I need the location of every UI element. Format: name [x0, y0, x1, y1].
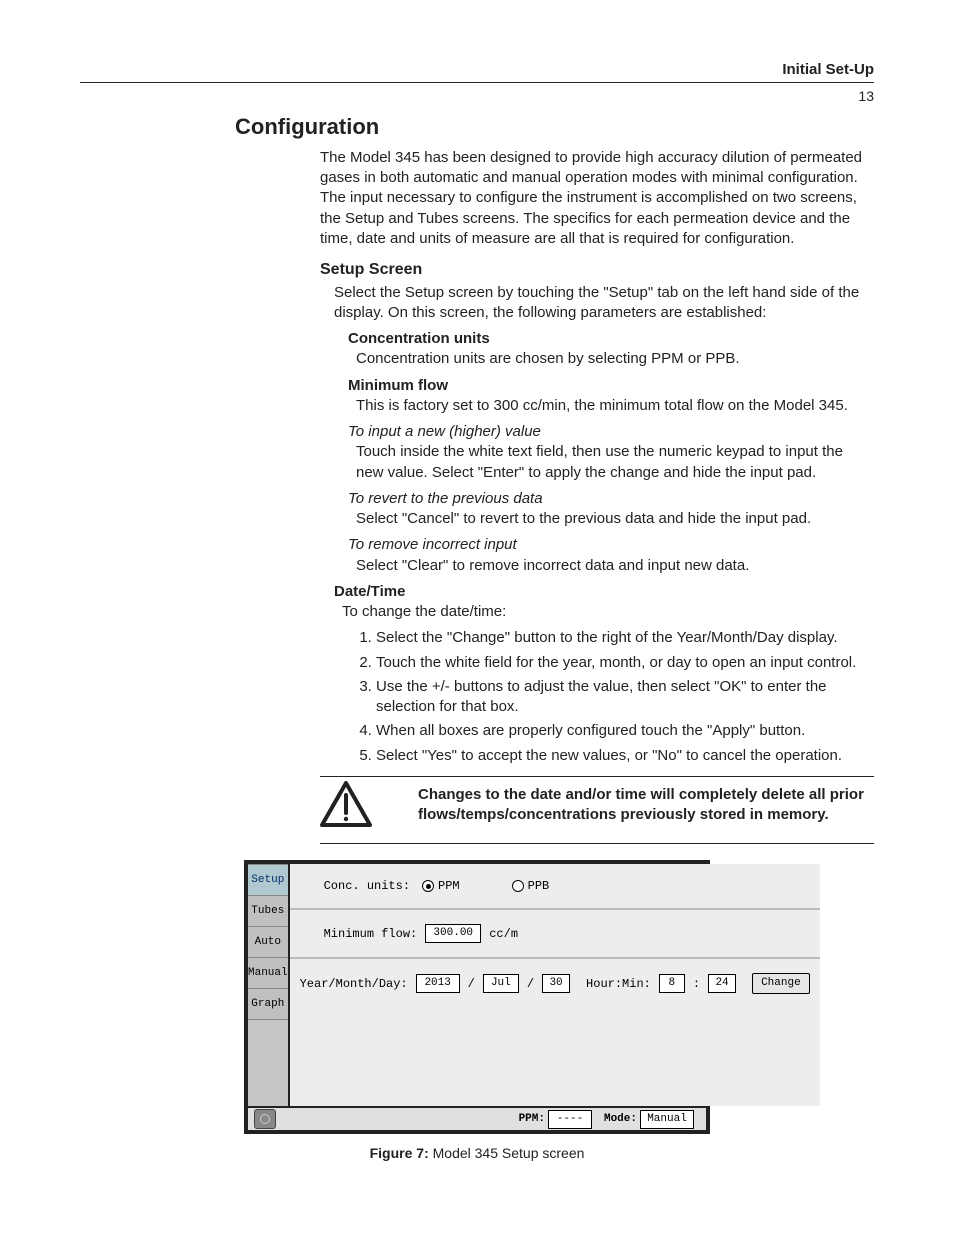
- setup-screen-lead: Select the Setup screen by touching the …: [334, 283, 864, 324]
- tab-graph[interactable]: Graph: [248, 989, 288, 1020]
- radio-ppm-label: PPM: [438, 878, 460, 894]
- warning-rule-bottom: [320, 843, 874, 844]
- tab-auto[interactable]: Auto: [248, 927, 288, 958]
- figure-text: Model 345 Setup screen: [429, 1145, 585, 1161]
- radio-ppm[interactable]: PPM: [422, 878, 460, 894]
- hour-input[interactable]: 8: [659, 974, 685, 993]
- status-ppm-label: PPM:: [519, 1112, 545, 1127]
- section-label: Initial Set-Up: [80, 60, 874, 80]
- warning-text: Changes to the date and/or time will com…: [390, 785, 874, 826]
- status-mode-label: Mode:: [604, 1112, 637, 1127]
- warning-icon: [320, 781, 372, 833]
- day-input[interactable]: 30: [542, 974, 570, 993]
- header-rule: [80, 82, 874, 83]
- conc-units-body: Concentration units are chosen by select…: [356, 349, 864, 369]
- figure-label: Figure 7:: [370, 1145, 429, 1161]
- min-flow-unit: cc/m: [489, 926, 518, 942]
- min-flow-title: Minimum flow: [348, 376, 864, 396]
- warning-rule-top: [320, 776, 874, 777]
- tab-manual[interactable]: Manual: [248, 958, 288, 989]
- status-mode-value: Manual: [640, 1110, 694, 1129]
- year-input[interactable]: 2013: [416, 974, 460, 993]
- step-3: Use the +/- buttons to adjust the value,…: [376, 677, 864, 718]
- page-number: 13: [80, 87, 874, 106]
- row-conc-units: Conc. units: PPM PPB: [290, 864, 820, 910]
- min-flow-input-new-head: To input a new (higher) value: [348, 422, 864, 442]
- date-time-block: Date/Time To change the date/time: Selec…: [334, 582, 864, 766]
- setup-panel: Conc. units: PPM PPB Minimum flow: 300.0…: [290, 864, 820, 1106]
- setup-screen-heading: Setup Screen: [320, 259, 864, 281]
- date-time-lead: To change the date/time:: [342, 602, 864, 622]
- min-flow-remove-head: To remove incorrect input: [348, 535, 864, 555]
- colon: :: [693, 976, 700, 992]
- slash-1: /: [468, 976, 475, 992]
- date-time-title: Date/Time: [334, 582, 864, 602]
- intro-paragraph: The Model 345 has been designed to provi…: [320, 148, 864, 249]
- conc-units-block: Concentration units Concentration units …: [348, 329, 864, 370]
- status-bar: PPM: ---- Mode: Manual: [248, 1106, 706, 1130]
- body-column: The Model 345 has been designed to provi…: [320, 148, 864, 766]
- min-flow-input[interactable]: 300.00: [425, 924, 481, 943]
- status-mode: Mode: Manual: [604, 1110, 694, 1129]
- row-date-time: Year/Month/Day: 2013/ Jul/ 30 Hour:Min: …: [290, 959, 820, 1064]
- figure-caption: Figure 7: Model 345 Setup screen: [80, 1144, 874, 1163]
- change-button[interactable]: Change: [752, 973, 810, 994]
- min-flow-body: This is factory set to 300 cc/min, the m…: [356, 396, 864, 416]
- power-icon[interactable]: [254, 1109, 276, 1129]
- min-flow-input-new-body: Touch inside the white text field, then …: [356, 442, 864, 483]
- slash-2: /: [527, 976, 534, 992]
- status-ppm-value: ----: [548, 1110, 592, 1129]
- conc-units-label: Conc. units:: [324, 878, 410, 894]
- tab-strip: Setup Tubes Auto Manual Graph: [248, 864, 290, 1106]
- warning-row: Changes to the date and/or time will com…: [320, 781, 874, 833]
- step-2: Touch the white field for the year, mont…: [376, 653, 864, 673]
- time-label: Hour:Min:: [586, 976, 651, 992]
- step-5: Select "Yes" to accept the new values, o…: [376, 746, 864, 766]
- device-screen: Setup Tubes Auto Manual Graph Conc. unit…: [244, 860, 710, 1134]
- minute-input[interactable]: 24: [708, 974, 736, 993]
- conc-units-title: Concentration units: [348, 329, 864, 349]
- radio-ppb[interactable]: PPB: [512, 878, 550, 894]
- tab-blank: [248, 1020, 288, 1106]
- page-title: Configuration: [235, 112, 874, 142]
- month-input[interactable]: Jul: [483, 974, 519, 993]
- tab-setup[interactable]: Setup: [248, 864, 288, 896]
- min-flow-label: Minimum flow:: [324, 926, 418, 942]
- status-ppm: PPM: ----: [519, 1110, 592, 1129]
- date-time-steps: Select the "Change" button to the right …: [358, 628, 864, 766]
- tab-tubes[interactable]: Tubes: [248, 896, 288, 927]
- min-flow-revert-head: To revert to the previous data: [348, 489, 864, 509]
- min-flow-remove-body: Select "Clear" to remove incorrect data …: [356, 556, 864, 576]
- min-flow-block: Minimum flow This is factory set to 300 …: [348, 376, 864, 576]
- min-flow-revert-body: Select "Cancel" to revert to the previou…: [356, 509, 864, 529]
- radio-ppb-label: PPB: [528, 878, 550, 894]
- step-1: Select the "Change" button to the right …: [376, 628, 864, 648]
- date-label: Year/Month/Day:: [300, 976, 408, 992]
- row-min-flow: Minimum flow: 300.00 cc/m: [290, 910, 820, 959]
- step-4: When all boxes are properly configured t…: [376, 721, 864, 741]
- page: Initial Set-Up 13 Configuration The Mode…: [0, 0, 954, 1235]
